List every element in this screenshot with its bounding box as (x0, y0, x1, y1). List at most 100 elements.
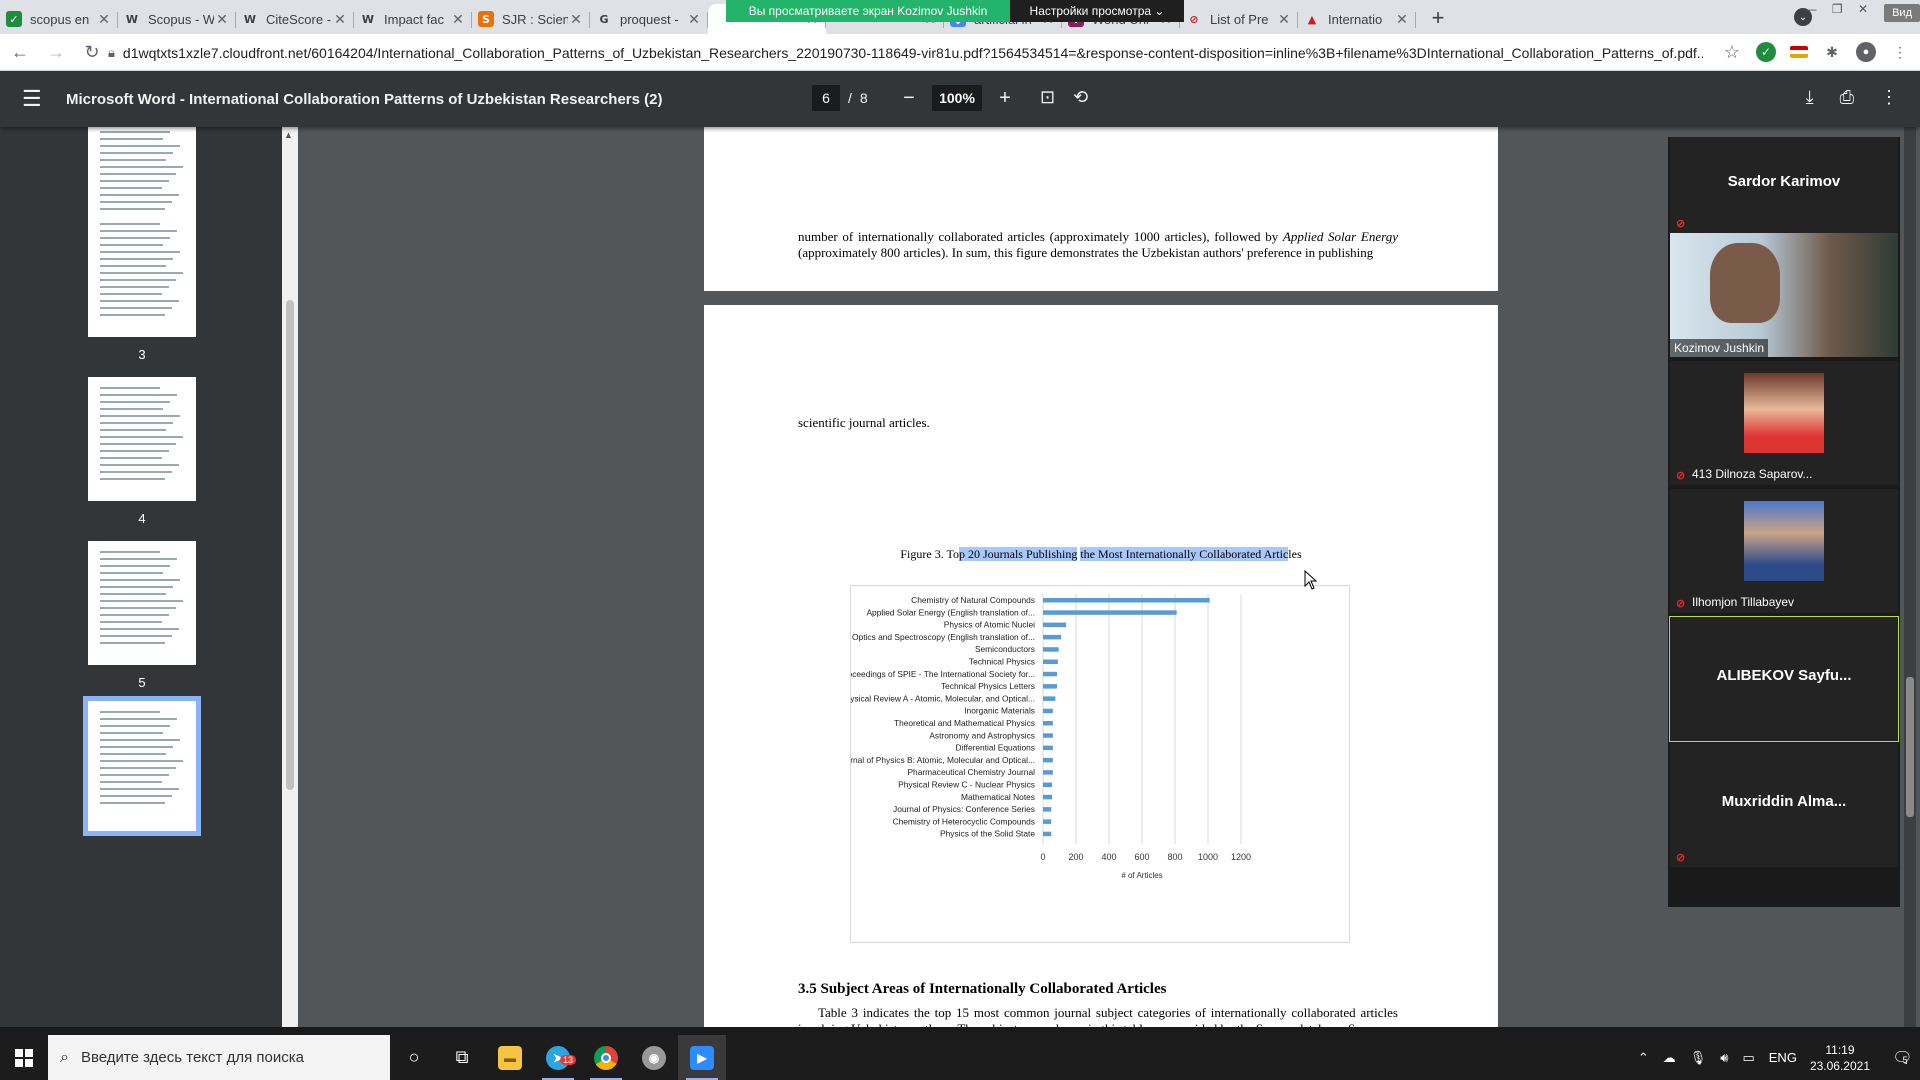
browser-tab[interactable]: W Impact fac ✕ (354, 4, 472, 34)
thumbnail-text-line (100, 279, 176, 281)
zoom-view-button[interactable]: Вид (1884, 4, 1920, 22)
tray-app-icon[interactable]: ☁ (1663, 1050, 1676, 1066)
browser-tab[interactable]: ⊘ List of Pre ✕ (1180, 4, 1298, 34)
category-label: Physical Review A - Atomic, Molecular, a… (851, 693, 1035, 703)
more-actions-icon[interactable]: ⋮ (1880, 87, 1898, 108)
tab-close-icon[interactable]: ✕ (1394, 11, 1410, 28)
thumbnail-text-line (100, 732, 163, 734)
chrome-icon[interactable] (582, 1035, 630, 1080)
bar (1043, 708, 1053, 714)
participant-video-tile[interactable]: Kozimov Jushkin (1670, 233, 1898, 357)
caption-highlight-a[interactable]: p 20 Journals Publishing (958, 547, 1078, 561)
profile-avatar-icon[interactable]: ● (1856, 42, 1876, 62)
zoom-app-icon[interactable]: ▶ (678, 1035, 726, 1080)
view-options-dropdown[interactable]: Настройки просмотра ⌄ (1010, 0, 1184, 22)
extension-check-icon[interactable]: ✓ (1756, 42, 1776, 62)
download-icon[interactable]: ⤓ (1806, 87, 1814, 108)
extensions-puzzle-icon[interactable]: ✱ (1822, 42, 1842, 62)
document-viewport[interactable]: number of internationally collaborated a… (298, 127, 1668, 1027)
file-explorer-icon[interactable]: ▬ (486, 1035, 534, 1080)
network-icon[interactable]: ▭ (1742, 1050, 1754, 1066)
bookmark-star-icon[interactable]: ☆ (1722, 42, 1742, 62)
page-scrollbar[interactable] (1904, 127, 1916, 1027)
participant-tile[interactable]: Ilhomjon Tillabayev ⊘ (1670, 489, 1898, 613)
page-thumbnail[interactable] (83, 696, 201, 836)
tab-close-icon[interactable]: ✕ (450, 11, 466, 28)
browser-tab[interactable]: W CiteScore - ✕ (236, 4, 354, 34)
windows-start-icon[interactable] (0, 1035, 48, 1080)
tab-close-icon[interactable]: ✕ (96, 11, 112, 28)
screen-share-banner: Вы просматриваете экран Kozimov Jushkin (726, 0, 1010, 22)
participant-name: Kozimov Jushkin (1670, 339, 1769, 357)
notifications-icon[interactable]: 🗨︎ 5 (1880, 1035, 1920, 1080)
tab-close-icon[interactable]: ✕ (686, 11, 702, 28)
microphone-icon[interactable]: 🎙︎ (1690, 1050, 1707, 1066)
page-number-input[interactable] (812, 85, 840, 111)
participant-tile[interactable]: ALIBEKOV Sayfu... (1669, 616, 1899, 742)
page-scrollbar-thumb[interactable] (1906, 677, 1914, 817)
scroll-up-arrow-icon[interactable]: ▲ (284, 130, 293, 140)
pdf-page-5: number of internationally collaborated a… (704, 127, 1498, 291)
browser-tab[interactable]: Gproquest - ✕ (590, 4, 708, 34)
keyboard-language[interactable]: ENG (1769, 1050, 1797, 1065)
browser-tab[interactable]: W Scopus - W ✕ (118, 4, 236, 34)
tab-close-icon[interactable]: ✕ (1276, 11, 1292, 28)
page-thumbnail[interactable] (88, 213, 196, 337)
pdf-page-6: scientific journal articles. Figure 3. T… (704, 305, 1498, 1027)
caption-highlight-b[interactable]: the Most Internationally Collaborated Ar… (1080, 547, 1289, 561)
participant-tile[interactable]: 413 Dilnoza Saparov... ⊘ (1670, 361, 1898, 485)
volume-icon[interactable]: 🔊︎ (1720, 1050, 1728, 1066)
url-text[interactable]: d1wqtxts1xzle7.cloudfront.net/60164204/I… (123, 45, 1703, 61)
browser-tab[interactable]: S SJR : Scien ✕ (472, 4, 590, 34)
print-icon[interactable]: ⎙ (1840, 87, 1854, 108)
browser-menu-icon[interactable]: ⋮ (1890, 42, 1910, 62)
tab-label: Scopus - W (148, 11, 214, 27)
thumbnail-text-line (100, 802, 165, 804)
thumbnail-text-line (100, 272, 183, 274)
back-icon[interactable]: ← (4, 36, 36, 68)
reload-icon[interactable]: ↻ (76, 36, 108, 68)
thumbnail-text-line (100, 795, 172, 797)
x-axis-label: # of Articles (1121, 871, 1162, 880)
zoom-level-input[interactable] (932, 85, 982, 111)
taskbar-search-input[interactable]: ⌕ Введите здесь текст для поиска (48, 1035, 390, 1080)
clock[interactable]: 11:19 23.06.2021 (1810, 1042, 1870, 1074)
new-tab-button[interactable]: + (1424, 4, 1452, 32)
windows-taskbar: ⌕ Введите здесь текст для поиска ○ ⧉ ▬ ➤… (0, 1035, 1920, 1080)
zoom-out-icon[interactable]: − (898, 87, 920, 110)
zoom-in-icon[interactable]: + (994, 87, 1016, 110)
participant-tile[interactable]: Muxriddin Alma... ⊘ (1670, 743, 1898, 867)
tray-expand-icon[interactable]: ⌃ (1638, 1050, 1649, 1066)
sidebar-scrollbar-thumb[interactable] (286, 300, 294, 790)
tab-close-icon[interactable]: ✕ (568, 11, 584, 28)
category-label: Semiconductors (975, 644, 1035, 654)
thumbnail-text-line (100, 422, 173, 424)
hamburger-menu-icon[interactable]: ☰ (22, 86, 46, 112)
window-controls[interactable]: — ❐ ✕ (1805, 2, 1874, 16)
category-label: Differential Equations (956, 743, 1035, 753)
tab-close-icon[interactable]: ✕ (332, 11, 348, 28)
task-view-icon[interactable]: ⧉ (438, 1035, 486, 1080)
url-input[interactable]: 🔒︎ d1wqtxts1xzle7.cloudfront.net/6016420… (108, 38, 1708, 68)
forward-icon[interactable]: → (40, 36, 72, 68)
tab-close-icon[interactable]: ✕ (214, 11, 230, 28)
page-thumbnail[interactable] (88, 541, 196, 665)
thumbnail-text-line (100, 251, 180, 253)
fit-to-page-icon[interactable]: ⊡ (1040, 87, 1055, 108)
cortana-icon[interactable]: ○ (390, 1035, 438, 1080)
extension-flag-icon[interactable] (1790, 46, 1808, 58)
participant-tile[interactable]: Sardor Karimov ⊘ (1670, 137, 1898, 233)
category-label: Applied Solar Energy (English translatio… (866, 607, 1035, 617)
rotate-icon[interactable]: ⟲ (1073, 87, 1088, 108)
page-thumbnail[interactable] (88, 127, 196, 217)
page5-text-b: (approximately 800 articles). In sum, th… (798, 245, 1374, 260)
page-thumbnail[interactable] (88, 377, 196, 501)
bar (1043, 659, 1058, 664)
participant-name: ALIBEKOV Sayfu... (1716, 667, 1852, 684)
telegram-icon[interactable]: ➤ 13 (534, 1035, 582, 1080)
browser-tab[interactable]: ✓ scopus en ✕ (0, 4, 118, 34)
browser-tab[interactable]: ▲ Internatio ✕ (1298, 4, 1416, 34)
lock-icon[interactable]: 🔒︎ (108, 45, 115, 61)
bar (1043, 622, 1067, 628)
app-icon[interactable]: ◉ (630, 1035, 678, 1080)
